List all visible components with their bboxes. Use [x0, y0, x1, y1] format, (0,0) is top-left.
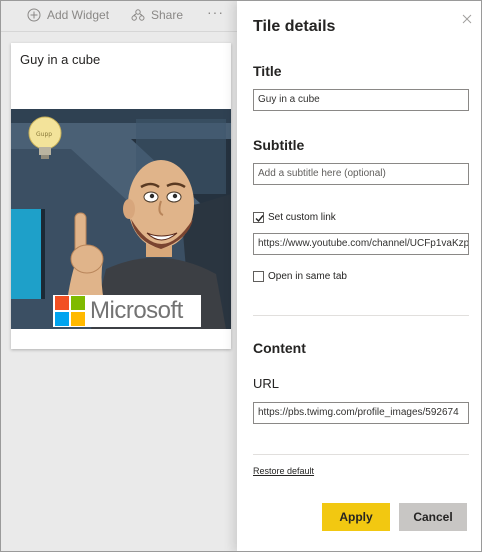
share-button[interactable]: Share — [131, 7, 183, 23]
tile-details-pane: Tile details Title Guy in a cube Subtitl… — [237, 1, 481, 551]
custom-link-label: Set custom link — [268, 211, 336, 223]
section-divider — [253, 315, 469, 316]
section-divider — [253, 454, 469, 455]
tile-image: Gupp Microsoft — [11, 109, 231, 329]
same-tab-label: Open in same tab — [268, 270, 347, 282]
cancel-button[interactable]: Cancel — [399, 503, 467, 531]
checkbox-unchecked-icon — [253, 270, 264, 282]
close-icon[interactable] — [461, 13, 473, 25]
toolbar-divider — [1, 31, 237, 32]
apply-button[interactable]: Apply — [322, 503, 390, 531]
add-widget-label: Add Widget — [47, 8, 110, 22]
dashboard-toolbar: Add Widget Share ··· — [1, 1, 237, 31]
content-section-label: Content — [253, 340, 306, 356]
pane-heading: Tile details — [253, 18, 336, 35]
share-label: Share — [151, 8, 184, 22]
dashboard-tile[interactable]: Guy in a cube Gupp Microsoft — [11, 43, 231, 349]
title-section-label: Title — [253, 63, 282, 79]
subtitle-section-label: Subtitle — [253, 137, 305, 153]
restore-default-link[interactable]: Restore default — [253, 466, 314, 476]
custom-link-checkbox[interactable]: Set custom link — [253, 210, 336, 224]
microsoft-logo-icon — [55, 296, 85, 326]
more-icon: ··· — [207, 4, 224, 20]
checkbox-checked-icon — [253, 211, 264, 223]
custom-link-input[interactable]: https://www.youtube.com/channel/UCFp1vaK… — [253, 233, 469, 255]
add-widget-icon — [27, 8, 41, 22]
microsoft-logo-banner: Microsoft — [53, 295, 201, 327]
more-options-button[interactable]: ··· — [207, 4, 224, 20]
tile-title: Guy in a cube — [20, 52, 101, 67]
microsoft-wordmark: Microsoft — [90, 297, 183, 324]
app-frame: Add Widget Share ··· Guy in a cube Gupp … — [0, 0, 482, 552]
subtitle-input[interactable]: Add a subtitle here (optional) — [253, 163, 469, 185]
share-icon — [131, 9, 145, 21]
same-tab-checkbox[interactable]: Open in same tab — [253, 269, 347, 283]
add-widget-button[interactable]: Add Widget — [27, 7, 109, 23]
title-input[interactable]: Guy in a cube — [253, 89, 469, 111]
svg-text:Gupp: Gupp — [36, 131, 52, 138]
url-label: URL — [253, 376, 280, 391]
url-input[interactable]: https://pbs.twimg.com/profile_images/592… — [253, 402, 469, 424]
